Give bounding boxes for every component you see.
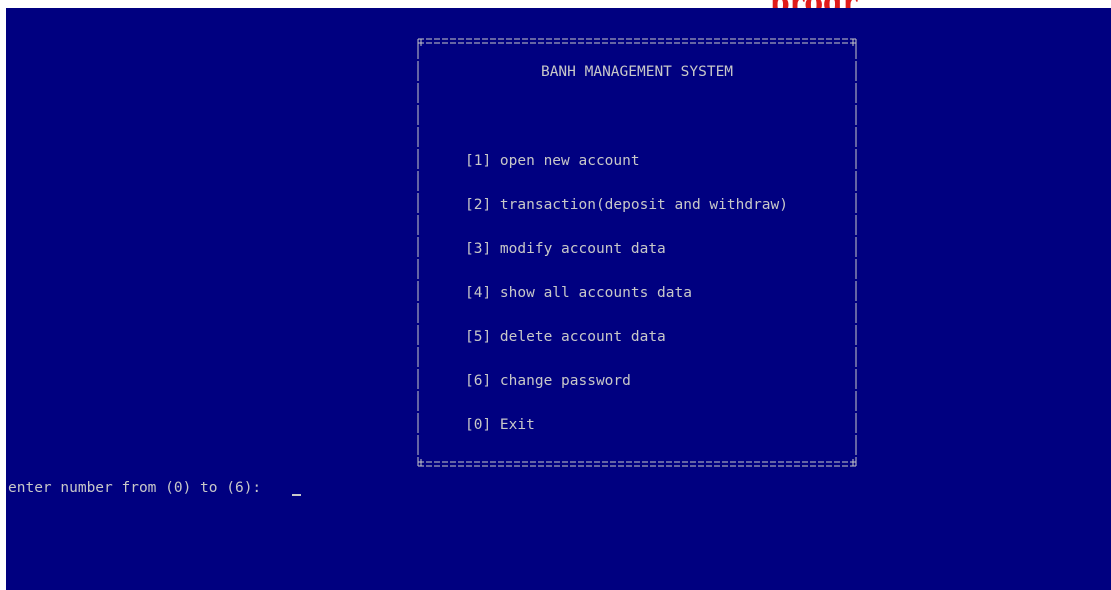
menu-item-open-new-account[interactable]: [1] open new account — [465, 154, 640, 169]
menu-item-transaction[interactable]: [2] transaction(deposit and withdraw) — [465, 198, 788, 213]
menu-title: BANH MANAGEMENT SYSTEM — [540, 64, 734, 80]
menu-item-modify-account[interactable]: [3] modify account data — [465, 242, 666, 257]
console-window[interactable]: BANH MANAGEMENT SYSTEM [1] open new acco… — [6, 8, 1111, 590]
menu-item-exit[interactable]: [0] Exit — [465, 418, 535, 433]
text-cursor[interactable] — [292, 494, 301, 496]
menu-box: BANH MANAGEMENT SYSTEM [1] open new acco… — [414, 37, 860, 469]
menu-item-delete-account[interactable]: [5] delete account data — [465, 330, 666, 345]
menu-item-change-password[interactable]: [6] change password — [465, 374, 631, 389]
input-prompt: enter number from (0) to (6): — [8, 480, 262, 496]
menu-item-show-all-accounts[interactable]: [4] show all accounts data — [465, 286, 692, 301]
